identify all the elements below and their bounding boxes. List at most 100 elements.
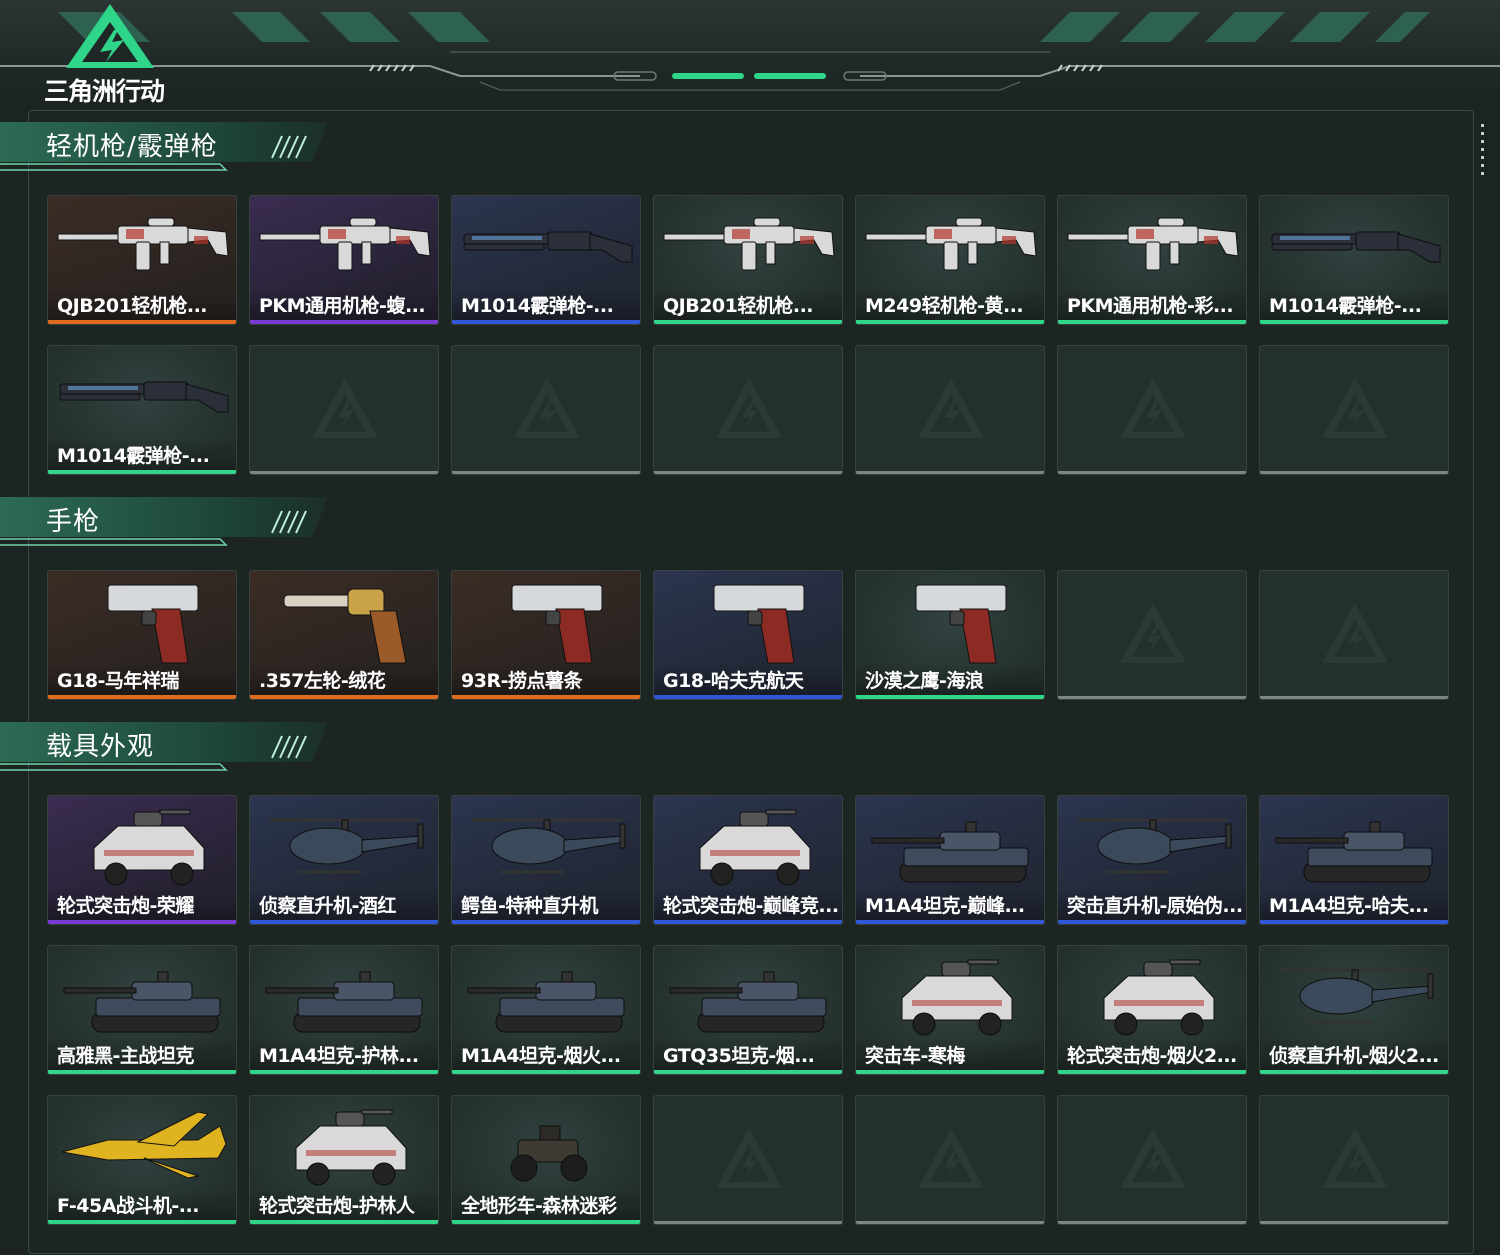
- skin-card[interactable]: 轮式突击炮-护林人: [249, 1095, 439, 1225]
- skin-card[interactable]: 突击车-寒梅: [855, 945, 1045, 1075]
- top-header: 三角洲行动: [0, 0, 1500, 108]
- skin-card[interactable]: GTQ35坦克-烟...: [653, 945, 843, 1075]
- machine-gun-icon: [259, 217, 431, 271]
- tank-icon: [871, 821, 1029, 883]
- skin-card[interactable]: QJB201轻机枪...: [653, 195, 843, 325]
- skin-card[interactable]: 突击直升机-原始伪...: [1057, 795, 1247, 925]
- skin-artwork: [48, 946, 236, 1046]
- empty-slot-bar: [1260, 471, 1448, 474]
- skin-name: M1A4坦克-巅峰...: [865, 895, 1025, 917]
- skin-card[interactable]: 高雅黑-主战坦克: [47, 945, 237, 1075]
- skin-card[interactable]: 轮式突击炮-巅峰竞...: [653, 795, 843, 925]
- rarity-bar: [654, 1070, 842, 1074]
- skin-name: M1A4坦克-哈夫...: [1269, 895, 1429, 917]
- rarity-bar: [452, 920, 640, 924]
- rarity-bar: [250, 920, 438, 924]
- armored-car-icon: [295, 1109, 407, 1186]
- skin-card[interactable]: M1A4坦克-巅峰...: [855, 795, 1045, 925]
- skin-artwork: [48, 571, 236, 671]
- skin-name: 突击车-寒梅: [865, 1045, 965, 1067]
- skin-artwork: [250, 946, 438, 1046]
- skin-card[interactable]: 侦察直升机-烟火2...: [1259, 945, 1449, 1075]
- skin-card[interactable]: .357左轮-绒花: [249, 570, 439, 700]
- skin-name: QJB201轻机枪...: [663, 295, 814, 317]
- tank-icon: [467, 971, 625, 1033]
- empty-slot: [653, 1095, 843, 1225]
- skin-card[interactable]: M1014霰弹枪-...: [1259, 195, 1449, 325]
- empty-slot: [1259, 570, 1449, 700]
- empty-slot-placeholder-icon: [312, 378, 378, 438]
- skin-card[interactable]: G18-哈夫克航天: [653, 570, 843, 700]
- armored-car-icon: [1103, 959, 1215, 1036]
- skin-card[interactable]: M1014霰弹枪-...: [47, 345, 237, 475]
- skin-artwork: [856, 196, 1044, 296]
- skin-name: 沙漠之鹰-海浪: [865, 670, 984, 692]
- skin-card[interactable]: M1A4坦克-烟火...: [451, 945, 641, 1075]
- skin-artwork: [654, 796, 842, 896]
- empty-slot-placeholder-icon: [1120, 378, 1186, 438]
- skin-artwork: [452, 1096, 640, 1196]
- rarity-bar: [48, 695, 236, 699]
- skin-artwork: [856, 571, 1044, 671]
- skin-name: 轮式突击炮-护林人: [259, 1195, 415, 1217]
- tank-icon: [265, 971, 423, 1033]
- skin-card[interactable]: G18-马年祥瑞: [47, 570, 237, 700]
- rarity-bar: [250, 695, 438, 699]
- skin-artwork: [856, 946, 1044, 1046]
- tank-icon: [63, 971, 221, 1033]
- section-header: 轻机枪/霰弹枪: [0, 120, 340, 172]
- skin-card[interactable]: PKM通用机枪-蝮...: [249, 195, 439, 325]
- rarity-bar: [452, 320, 640, 324]
- skin-artwork: [654, 571, 842, 671]
- jet-icon: [61, 1111, 227, 1179]
- armored-car-icon: [901, 959, 1013, 1036]
- skin-name: 突击直升机-原始伪...: [1067, 895, 1243, 917]
- rarity-bar: [48, 1070, 236, 1074]
- skin-name: 侦察直升机-烟火2...: [1269, 1045, 1439, 1067]
- machine-gun-icon: [1067, 217, 1239, 271]
- skin-card[interactable]: M1014霰弹枪-...: [451, 195, 641, 325]
- skin-card[interactable]: 侦察直升机-酒红: [249, 795, 439, 925]
- skin-card[interactable]: 轮式突击炮-烟火2...: [1057, 945, 1247, 1075]
- brand-name: 三角洲行动: [44, 77, 165, 106]
- empty-slot: [1057, 345, 1247, 475]
- skin-card[interactable]: M1A4坦克-哈夫...: [1259, 795, 1449, 925]
- skin-card[interactable]: 全地形车-森林迷彩: [451, 1095, 641, 1225]
- empty-slot-placeholder-icon: [1322, 378, 1388, 438]
- empty-slot: [1259, 345, 1449, 475]
- empty-slot: [653, 345, 843, 475]
- empty-slot-bar: [1260, 1221, 1448, 1224]
- skin-card[interactable]: PKM通用机枪-彩...: [1057, 195, 1247, 325]
- skin-card[interactable]: 鳄鱼-特种直升机: [451, 795, 641, 925]
- skin-card[interactable]: M249轻机枪-黄...: [855, 195, 1045, 325]
- empty-slot: [451, 345, 641, 475]
- skin-name: 鳄鱼-特种直升机: [461, 895, 598, 917]
- skin-artwork: [48, 796, 236, 896]
- empty-slot-bar: [856, 471, 1044, 474]
- empty-slot-bar: [856, 1221, 1044, 1224]
- skin-card[interactable]: F-45A战斗机-...: [47, 1095, 237, 1225]
- skin-name: 轮式突击炮-烟火2...: [1067, 1045, 1237, 1067]
- rarity-bar: [654, 695, 842, 699]
- skin-card[interactable]: 93R-捞点薯条: [451, 570, 641, 700]
- rarity-bar: [250, 1220, 438, 1224]
- skin-name: M249轻机枪-黄...: [865, 295, 1024, 317]
- empty-slot-bar: [1058, 471, 1246, 474]
- rarity-bar: [48, 470, 236, 474]
- skin-card[interactable]: 沙漠之鹰-海浪: [855, 570, 1045, 700]
- skin-card[interactable]: 轮式突击炮-荣耀: [47, 795, 237, 925]
- empty-slot-placeholder-icon: [514, 378, 580, 438]
- section-title: 轻机枪/霰弹枪: [46, 132, 218, 162]
- scrollbar-indicator[interactable]: [1480, 124, 1486, 184]
- skin-name: M1014霰弹枪-...: [461, 295, 614, 317]
- skin-artwork: [1058, 796, 1246, 896]
- skin-card[interactable]: QJB201轻机枪...: [47, 195, 237, 325]
- skin-name: 侦察直升机-酒红: [259, 895, 396, 917]
- empty-slot-placeholder-icon: [716, 1128, 782, 1188]
- helicopter-icon: [1280, 968, 1434, 1024]
- skin-artwork: [452, 571, 640, 671]
- skin-artwork: [452, 196, 640, 296]
- skin-card[interactable]: M1A4坦克-护林...: [249, 945, 439, 1075]
- skin-artwork: [452, 946, 640, 1046]
- empty-slot: [1259, 1095, 1449, 1225]
